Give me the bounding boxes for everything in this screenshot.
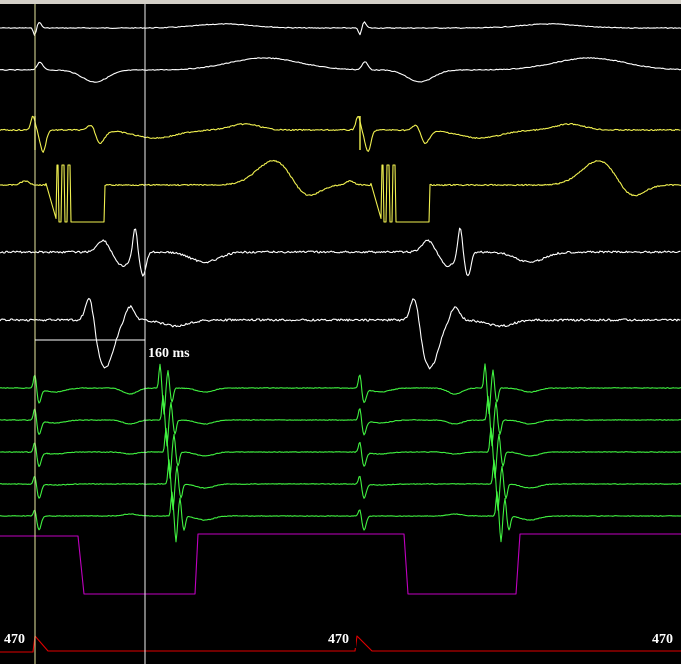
stim-interval-label: 470	[652, 632, 673, 647]
electrogram-display[interactable]: 160 ms 470 470 470	[0, 0, 681, 664]
stim-interval-label: 470	[4, 632, 25, 647]
stim-interval-label: 470	[328, 632, 349, 647]
caliper-label: 160 ms	[148, 346, 190, 361]
window-frame-top	[0, 0, 681, 4]
display-background	[0, 0, 681, 664]
